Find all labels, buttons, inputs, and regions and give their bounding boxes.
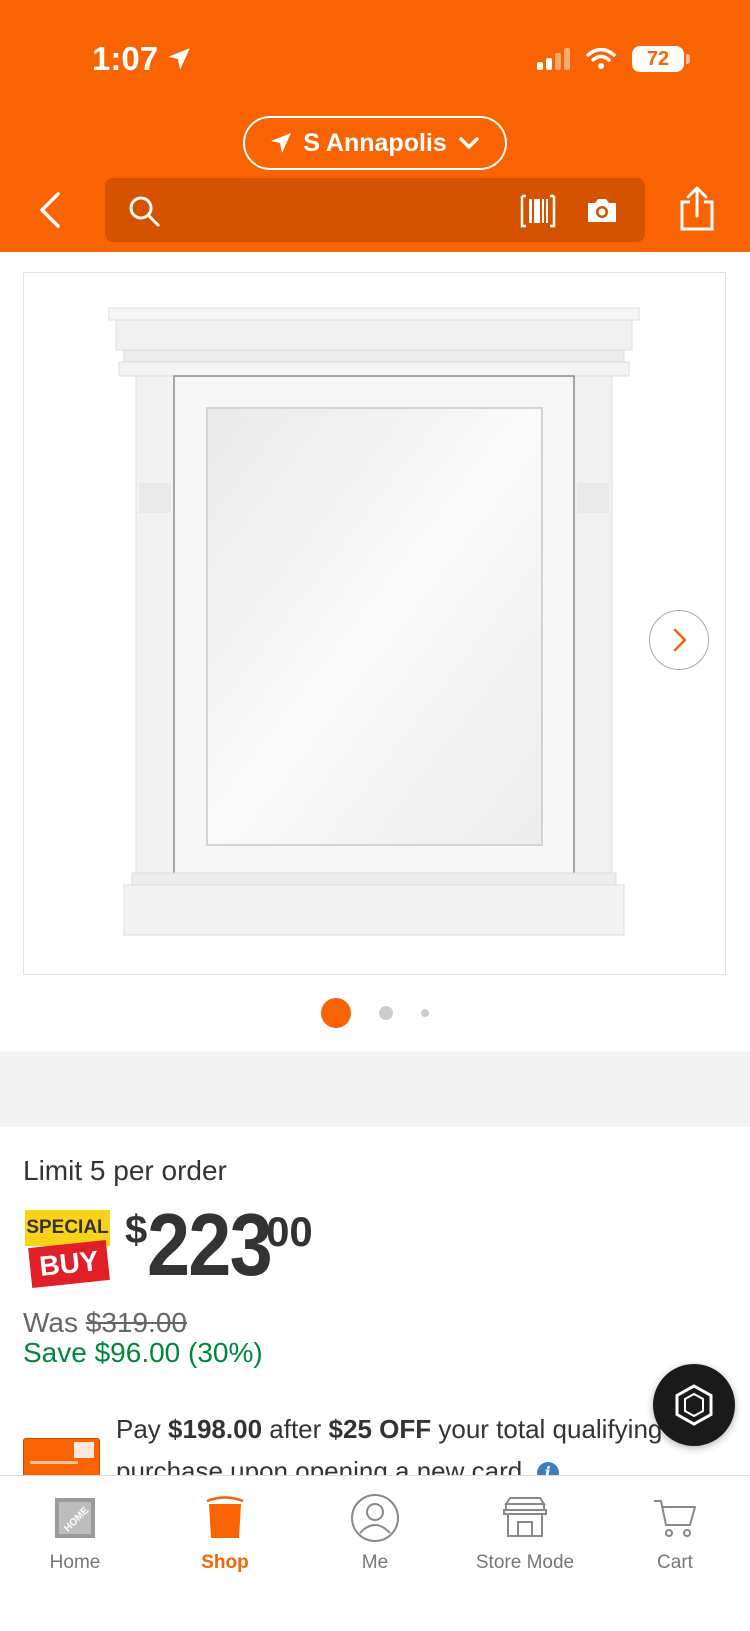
bottom-nav: HOME Home Shop Me Store Mode Cart xyxy=(0,1475,750,1631)
was-price: $319.00 xyxy=(85,1307,187,1338)
status-time: 1:07 xyxy=(92,40,192,78)
chevron-right-icon xyxy=(673,628,687,652)
next-image-button[interactable] xyxy=(649,610,709,670)
hexagon-logo-icon xyxy=(675,1384,713,1426)
store-icon xyxy=(503,1497,547,1537)
location-arrow-icon xyxy=(168,48,190,70)
carousel-dot[interactable] xyxy=(379,1006,393,1020)
carousel-dot[interactable] xyxy=(421,1009,429,1017)
order-limit-text: Limit 5 per order xyxy=(23,1155,227,1186)
nav-cart[interactable]: Cart xyxy=(600,1488,750,1574)
was-price-line: Was $319.00 xyxy=(23,1307,187,1339)
carousel-dot-active[interactable] xyxy=(321,998,351,1028)
nav-store-mode[interactable]: Store Mode xyxy=(450,1488,600,1574)
special-buy-bottom: BUY xyxy=(28,1240,110,1288)
search-input[interactable] xyxy=(105,178,645,242)
store-location-selector[interactable]: S Annapolis xyxy=(243,116,507,170)
promo-discount: $25 OFF xyxy=(328,1414,432,1444)
nav-me[interactable]: Me xyxy=(300,1488,450,1574)
wifi-icon xyxy=(586,48,616,69)
cellular-signal-icon xyxy=(537,48,570,70)
barcode-scanner-icon[interactable] xyxy=(520,194,556,228)
special-buy-badge: SPECIAL BUY xyxy=(25,1210,110,1288)
share-button[interactable] xyxy=(676,186,718,232)
user-icon xyxy=(351,1494,399,1542)
store-location-label: S Annapolis xyxy=(303,128,447,157)
promo-amount: $198.00 xyxy=(168,1414,263,1444)
section-divider xyxy=(0,1050,750,1127)
chevron-down-icon xyxy=(459,137,479,149)
nav-home[interactable]: HOME Home xyxy=(0,1488,150,1574)
chat-assistant-button[interactable] xyxy=(653,1364,735,1446)
app-header: 1:07 72 S Annapolis xyxy=(0,0,750,252)
clock: 1:07 xyxy=(92,40,159,77)
status-indicators: 72 xyxy=(537,46,690,72)
chevron-left-icon xyxy=(40,192,60,228)
credit-card-image xyxy=(23,1438,100,1478)
share-icon xyxy=(680,186,714,231)
cart-icon xyxy=(654,1500,696,1537)
product-image-carousel[interactable] xyxy=(23,272,726,975)
product-image-medicine-cabinet xyxy=(108,307,640,936)
price-cents: 00 xyxy=(266,1208,313,1255)
home-depot-logo-icon: HOME xyxy=(55,1498,95,1538)
nav-shop[interactable]: Shop xyxy=(150,1488,300,1574)
battery-icon: 72 xyxy=(632,46,690,72)
camera-icon[interactable] xyxy=(585,196,619,224)
product-price: $ 223 00 xyxy=(125,1200,313,1290)
bucket-icon xyxy=(206,1496,244,1538)
price-currency: $ xyxy=(125,1208,148,1252)
price-dollars: 223 xyxy=(147,1195,273,1294)
search-icon xyxy=(129,196,160,227)
was-label: Was xyxy=(23,1307,78,1338)
location-arrow-icon xyxy=(271,133,292,153)
savings-text: Save $96.00 (30%) xyxy=(23,1337,263,1368)
carousel-pagination xyxy=(0,998,750,1028)
back-button[interactable] xyxy=(30,190,70,230)
